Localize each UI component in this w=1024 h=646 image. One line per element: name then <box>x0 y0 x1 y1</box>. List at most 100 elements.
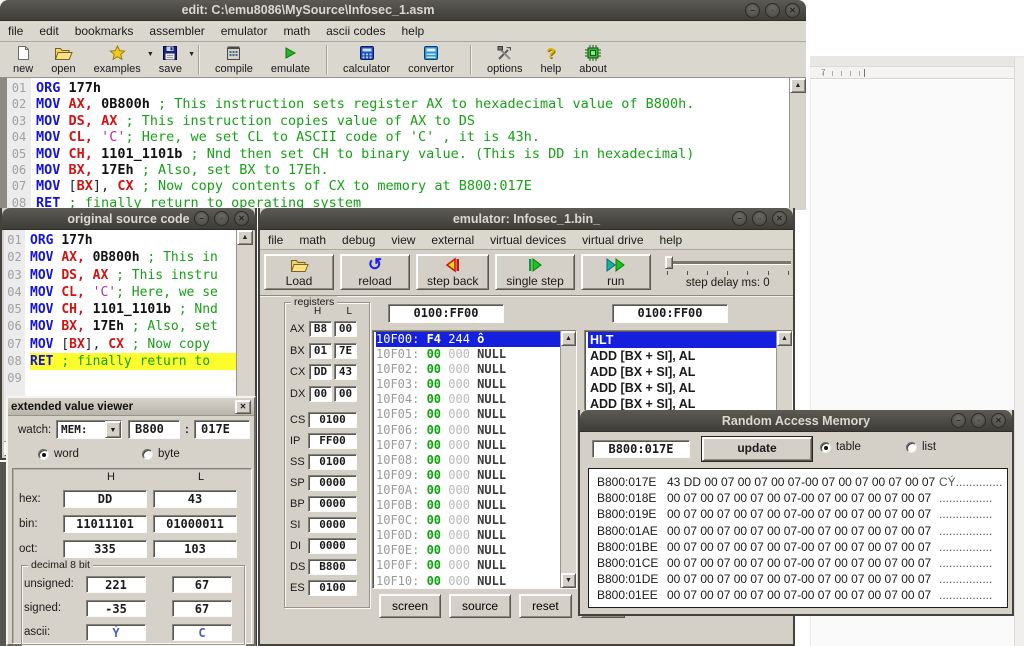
editor-menu-emulator[interactable]: emulator <box>213 22 276 40</box>
emulator-menu-external[interactable]: external <box>423 231 482 249</box>
code-line[interactable]: MOV CH, 1101_1101b ; Nnd then set CH to … <box>36 146 789 162</box>
memory-row[interactable]: 10F00: F4 244 ô <box>376 332 560 347</box>
ram-titlebar[interactable]: Random Access Memory −▫✕ <box>580 410 1012 432</box>
register-si-field[interactable]: 0000 <box>308 517 357 533</box>
register-es-field[interactable]: 0100 <box>308 580 357 596</box>
dropdown-arrow-icon[interactable]: ▼ <box>188 51 195 58</box>
ram-address-field[interactable]: B800:017E <box>592 440 690 458</box>
byte-radio[interactable]: byte <box>142 448 180 460</box>
source-button[interactable]: source <box>449 594 511 618</box>
examples-button[interactable]: examples▼ <box>85 44 150 76</box>
original-source-titlebar[interactable]: original source code −▫✕ <box>2 208 255 230</box>
memory-row[interactable]: 10F0D: 00 000 NULL <box>376 528 560 543</box>
editor-code-lines[interactable]: ORG 177hMOV AX, 0B800h ; This instructio… <box>31 78 789 210</box>
ascii-h-field[interactable]: Ý <box>86 624 146 641</box>
editor-menu-edit[interactable]: edit <box>31 22 66 40</box>
code-line[interactable]: MOV [BX], CX ; Now copy contents of CX t… <box>36 178 789 194</box>
oct-h-field[interactable]: 335 <box>63 540 147 558</box>
memory-row[interactable]: 10F04: 00 000 NULL <box>376 392 560 407</box>
single-step-button[interactable]: single step <box>495 254 574 290</box>
code-line[interactable]: MOV [BX], CX ; Now copy <box>30 336 236 353</box>
memory-row[interactable]: 10F06: 00 000 NULL <box>376 423 560 438</box>
original-minimize-icon[interactable]: − <box>194 211 209 226</box>
editor-vertical-scrollbar[interactable]: ▲ <box>789 78 806 210</box>
slider-track[interactable] <box>665 261 791 264</box>
register-ax-l-field[interactable]: 00 <box>334 321 357 337</box>
editor-menu-help[interactable]: help <box>394 22 433 40</box>
editor-menu-assembler[interactable]: assembler <box>141 22 212 40</box>
register-dx-h-field[interactable]: 00 <box>309 386 332 402</box>
run-button[interactable]: run <box>581 254 651 290</box>
watch-mode-dropdown[interactable]: MEM: ▼ <box>56 420 122 439</box>
register-ss-field[interactable]: 0100 <box>308 454 357 470</box>
table-radio[interactable]: table <box>820 441 861 453</box>
memory-row[interactable]: 10F01: 00 000 NULL <box>376 347 560 362</box>
radio-icon[interactable] <box>38 449 49 460</box>
emulator-menu-file[interactable]: file <box>260 231 291 249</box>
emulator-close-icon[interactable]: ✕ <box>772 211 787 226</box>
register-ip-field[interactable]: FF00 <box>308 433 357 449</box>
compile-button[interactable]: compile <box>206 44 262 76</box>
hex-h-field[interactable]: DD <box>63 490 147 508</box>
memory-row[interactable]: 10F09: 00 000 NULL <box>376 468 560 483</box>
memory-row[interactable]: 10F0C: 00 000 NULL <box>376 513 560 528</box>
code-line[interactable] <box>30 370 236 387</box>
disasm-row[interactable]: ADD [BX + SI], AL <box>588 348 776 364</box>
new-button[interactable]: new <box>4 44 42 76</box>
step-back-button[interactable]: step back <box>416 254 489 290</box>
unsigned-h-field[interactable]: 221 <box>86 576 146 593</box>
code-line[interactable]: MOV DS, AX ; This instru <box>30 267 236 284</box>
memory-row[interactable]: 10F0B: 00 000 NULL <box>376 498 560 513</box>
memory-address-field[interactable]: 0100:FF00 <box>388 304 504 323</box>
register-ax-h-field[interactable]: B8 <box>309 321 332 337</box>
code-line[interactable]: MOV DS, AX ; This instruction copies val… <box>36 113 789 129</box>
help-button[interactable]: ?help <box>531 44 570 76</box>
background-scrollbar[interactable] <box>1014 58 1024 646</box>
radio-icon[interactable] <box>820 442 831 453</box>
word-radio[interactable]: word <box>38 448 79 460</box>
bin-h-field[interactable]: 11011101 <box>63 515 147 533</box>
scroll-up-icon[interactable]: ▲ <box>237 230 253 245</box>
code-line[interactable]: MOV CL, 'C'; Here, we set CL to ASCII co… <box>36 129 789 145</box>
memory-row[interactable]: 10F05: 00 000 NULL <box>376 407 560 422</box>
ram-close-icon[interactable]: ✕ <box>991 413 1006 428</box>
editor-maximize-icon[interactable]: ▫ <box>765 3 780 18</box>
ram-dump-list[interactable]: B800:017E43 DD 00 07 00 07 00 07-00 07 0… <box>588 468 1008 608</box>
original-maximize-icon[interactable]: ▫ <box>214 211 229 226</box>
emulator-maximize-icon[interactable]: ▫ <box>752 211 767 226</box>
emulator-menu-debug[interactable]: debug <box>334 231 383 249</box>
ram-minimize-icon[interactable]: − <box>951 413 966 428</box>
emulator-menu-virtual-devices[interactable]: virtual devices <box>482 231 574 249</box>
editor-menu-ascii-codes[interactable]: ascii codes <box>318 22 393 40</box>
bin-l-field[interactable]: 01000011 <box>153 515 237 533</box>
update-button[interactable]: update <box>702 437 812 461</box>
code-line[interactable]: MOV CL, 'C'; Here, we se <box>30 284 236 301</box>
register-sp-field[interactable]: 0000 <box>308 475 357 491</box>
signed-l-field[interactable]: 67 <box>172 600 232 617</box>
reset-button[interactable]: reset <box>519 594 572 618</box>
disassembly-address-field[interactable]: 0100:FF00 <box>612 304 728 323</box>
ram-maximize-icon[interactable]: ▫ <box>971 413 986 428</box>
emulator-menu-math[interactable]: math <box>291 231 334 249</box>
register-cs-field[interactable]: 0100 <box>308 412 357 428</box>
list-radio[interactable]: list <box>906 441 936 453</box>
emulate-button[interactable]: emulate <box>262 44 319 76</box>
register-bx-h-field[interactable]: 01 <box>309 343 332 359</box>
code-line[interactable]: MOV CH, 1101_1101b ; Nnd <box>30 301 236 318</box>
options-button[interactable]: options <box>478 44 531 76</box>
save-button[interactable]: save▼ <box>150 44 191 76</box>
editor-code-area[interactable]: 0102030405060708 ORG 177hMOV AX, 0B800h … <box>0 78 806 210</box>
original-close-icon[interactable]: ✕ <box>234 211 249 226</box>
code-line[interactable]: MOV BX, 17Eh ; Also, set BX to 17Eh. <box>36 162 789 178</box>
about-button[interactable]: about <box>570 44 616 76</box>
register-ds-field[interactable]: B800 <box>308 559 357 575</box>
editor-minimize-icon[interactable]: − <box>745 3 760 18</box>
scroll-up-icon[interactable]: ▲ <box>790 78 806 93</box>
open-button[interactable]: open <box>42 44 84 76</box>
editor-titlebar[interactable]: edit: C:\emu8086\MySource\Infosec_1.asm … <box>0 0 806 21</box>
memory-list[interactable]: 10F00: F4 244 ô10F01: 00 000 NULL10F02: … <box>372 330 577 589</box>
memory-row[interactable]: 10F0A: 00 000 NULL <box>376 483 560 498</box>
memory-row[interactable]: 10F03: 00 000 NULL <box>376 377 560 392</box>
scroll-up-icon[interactable]: ▲ <box>777 331 792 346</box>
memory-scrollbar[interactable]: ▲ ▼ <box>560 331 576 588</box>
